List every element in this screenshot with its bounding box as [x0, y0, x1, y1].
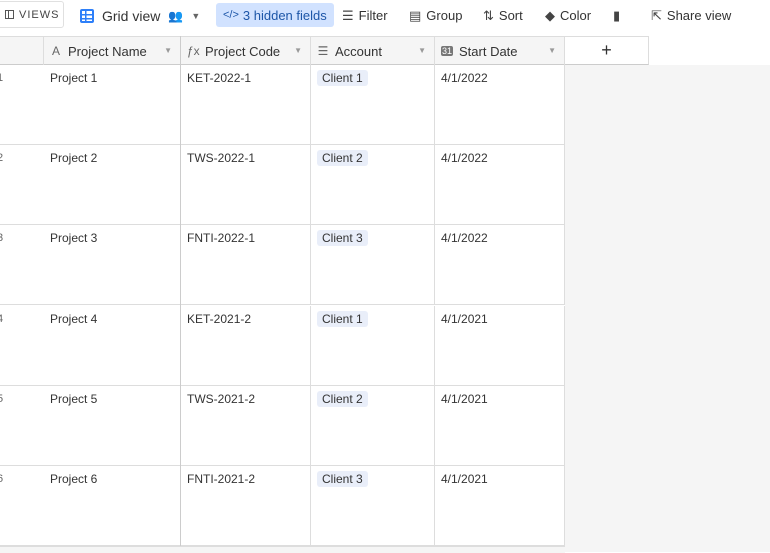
grid-empty-area: [565, 65, 770, 552]
column-header-project-code[interactable]: ƒx Project Code ▼: [181, 37, 311, 65]
column-header-project-name[interactable]: A Project Name ▼: [44, 37, 181, 65]
cell-project-name[interactable]: Project 5: [44, 386, 181, 465]
sort-button[interactable]: ⇅ Sort: [483, 0, 523, 31]
group-icon: ▤: [409, 7, 422, 23]
cell-start-date[interactable]: 4/1/2022: [435, 145, 565, 224]
people-icon: 👥: [168, 8, 184, 23]
filter-label: Filter: [358, 8, 388, 23]
linked-record-chip[interactable]: Client 2: [317, 150, 368, 166]
cell-project-code[interactable]: KET-2022-1: [181, 65, 311, 144]
linked-record-chip[interactable]: Client 1: [317, 70, 368, 86]
chevron-down-icon[interactable]: ▼: [548, 46, 556, 55]
share-icon: ⇱: [651, 7, 662, 23]
cell-project-code[interactable]: TWS-2022-1: [181, 145, 311, 224]
table-row[interactable]: 2 Project 2 TWS-2022-1 Client 2 4/1/2022: [0, 145, 565, 225]
view-name: Grid view: [102, 7, 161, 24]
cell-account[interactable]: Client 3: [311, 466, 435, 545]
paint-bucket-icon: ◆: [545, 7, 555, 23]
linked-record-chip[interactable]: Client 3: [317, 471, 368, 487]
view-toolbar: VIEWS Grid view 👥 ▼ </> 3 hidden fields …: [0, 0, 770, 31]
cell-project-code[interactable]: TWS-2021-2: [181, 386, 311, 465]
cell-start-date[interactable]: 4/1/2021: [435, 466, 565, 545]
cell-project-name[interactable]: Project 2: [44, 145, 181, 224]
cell-start-date[interactable]: 4/1/2021: [435, 386, 565, 465]
cell-account[interactable]: Client 2: [311, 386, 435, 465]
linked-record-chip[interactable]: Client 1: [317, 311, 368, 327]
share-view-button[interactable]: ⇱ Share view: [651, 0, 731, 31]
add-field-button[interactable]: +: [565, 36, 649, 65]
views-label: VIEWS: [19, 8, 60, 21]
chevron-down-icon[interactable]: ▼: [164, 46, 172, 55]
cell-project-name[interactable]: Project 6: [44, 466, 181, 545]
plus-icon: +: [601, 40, 612, 60]
cell-project-code[interactable]: FNTI-2021-2: [181, 466, 311, 545]
formula-field-icon: ƒx: [187, 44, 200, 58]
color-label: Color: [560, 8, 592, 23]
column-label: Project Name: [68, 43, 147, 59]
views-button[interactable]: VIEWS: [0, 1, 64, 28]
row-number: 5: [0, 393, 4, 405]
table-row[interactable]: 4 Project 4 KET-2021-2 Client 1 4/1/2021: [0, 306, 565, 386]
view-switcher[interactable]: Grid view 👥 ▼: [80, 0, 200, 31]
filter-icon: ☰: [342, 7, 354, 23]
column-label: Start Date: [459, 43, 518, 59]
table-row[interactable]: 3 Project 3 FNTI-2022-1 Client 3 4/1/202…: [0, 225, 565, 305]
chevron-down-icon[interactable]: ▼: [294, 46, 302, 55]
hidden-fields-label: 3 hidden fields: [242, 7, 327, 23]
cell-start-date[interactable]: 4/1/2022: [435, 225, 565, 304]
calendar-icon: 31: [441, 46, 453, 56]
linked-record-chip[interactable]: Client 2: [317, 391, 368, 407]
row-number: 2: [0, 152, 4, 164]
row-number: 1: [0, 72, 4, 84]
group-label: Group: [426, 8, 463, 23]
cell-account[interactable]: Client 2: [311, 145, 435, 224]
cell-project-code[interactable]: FNTI-2022-1: [181, 225, 311, 304]
cell-project-name[interactable]: Project 3: [44, 225, 181, 304]
frozen-column-divider[interactable]: [180, 36, 181, 552]
chevron-down-icon[interactable]: ▼: [418, 46, 426, 55]
table-row[interactable]: 6 Project 6 FNTI-2021-2 Client 3 4/1/202…: [0, 466, 565, 546]
hidden-fields-button[interactable]: </> 3 hidden fields: [216, 3, 334, 27]
filter-button[interactable]: ☰ Filter: [342, 0, 388, 31]
cell-project-code[interactable]: KET-2021-2: [181, 306, 311, 385]
eye-slash-icon: </>: [223, 9, 239, 21]
linked-record-icon: ☰: [317, 44, 329, 58]
row-number: 4: [0, 313, 4, 325]
linked-record-chip[interactable]: Client 3: [317, 230, 368, 246]
cell-start-date[interactable]: 4/1/2022: [435, 65, 565, 144]
sort-icon: ⇅: [483, 7, 494, 23]
row-height-button[interactable]: ▮: [613, 0, 625, 31]
grid-body: 1 Project 1 KET-2022-1 Client 1 4/1/2022…: [0, 65, 565, 552]
table-row[interactable]: 1 Project 1 KET-2022-1 Client 1 4/1/2022: [0, 65, 565, 145]
column-header-start-date[interactable]: 31 Start Date ▼: [435, 37, 565, 65]
column-header-row: A Project Name ▼ ƒx Project Code ▼ ☰ Acc…: [0, 36, 565, 65]
column-label: Account: [335, 43, 382, 59]
sidebar-toggle-icon: [5, 10, 14, 19]
table-row[interactable]: 5 Project 5 TWS-2021-2 Client 2 4/1/2021: [0, 386, 565, 466]
row-number: 3: [0, 232, 4, 244]
column-header-account[interactable]: ☰ Account ▼: [311, 37, 435, 65]
cell-account[interactable]: Client 1: [311, 306, 435, 385]
grid-icon: [80, 8, 94, 23]
share-label: Share view: [666, 8, 732, 23]
row-number: 6: [0, 473, 4, 485]
text-field-icon: A: [51, 44, 60, 58]
cell-project-name[interactable]: Project 4: [44, 306, 181, 385]
cell-account[interactable]: Client 3: [311, 225, 435, 304]
row-height-icon: ▮: [613, 7, 621, 23]
chevron-down-icon: ▼: [191, 10, 201, 21]
cell-project-name[interactable]: Project 1: [44, 65, 181, 144]
cell-start-date[interactable]: 4/1/2021: [435, 306, 565, 385]
column-label: Project Code: [205, 43, 281, 59]
color-button[interactable]: ◆ Color: [545, 0, 591, 31]
sort-label: Sort: [498, 8, 523, 23]
group-button[interactable]: ▤ Group: [409, 0, 462, 31]
cell-account[interactable]: Client 1: [311, 65, 435, 144]
row-select-header[interactable]: [0, 37, 44, 65]
